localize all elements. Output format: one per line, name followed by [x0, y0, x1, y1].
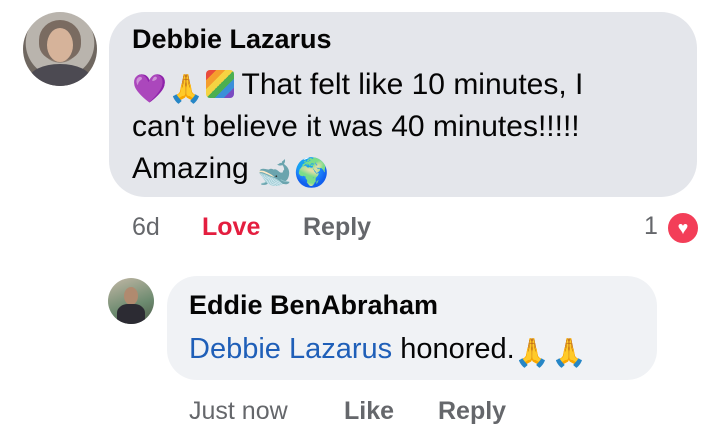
comment-line-1-text: That felt like 10 minutes, I: [241, 68, 584, 101]
reply-reply-button[interactable]: Reply: [438, 397, 506, 426]
praying-hands-icon: 🙏: [168, 73, 204, 104]
praying-hands-icon: 🙏: [551, 337, 587, 368]
avatar-body: [29, 64, 91, 86]
reply-button[interactable]: Reply: [303, 213, 371, 242]
globe-icon: 🌍: [293, 157, 329, 188]
like-button[interactable]: Like: [344, 397, 394, 426]
avatar-debbie[interactable]: [23, 12, 97, 86]
comment-timestamp[interactable]: 6d: [132, 213, 160, 242]
comment-line-3: Amazing 🐋🌍: [132, 148, 692, 190]
rainbow-icon: [205, 70, 234, 98]
avatar-face: [124, 287, 138, 305]
avatar-eddie[interactable]: [108, 278, 154, 324]
avatar-body: [117, 304, 145, 324]
reply-body-text: honored.: [400, 333, 515, 365]
comment-author-name[interactable]: Debbie Lazarus: [132, 24, 332, 55]
purple-heart-icon: 💜: [132, 73, 167, 104]
mention-link[interactable]: Debbie Lazarus: [189, 333, 392, 365]
reply-text: Debbie Lazarus honored.🙏🙏: [189, 330, 588, 368]
comment-text: 💜🙏 That felt like 10 minutes, I can't be…: [132, 64, 692, 190]
reply-author-name[interactable]: Eddie BenAbraham: [189, 290, 438, 321]
reaction-count[interactable]: 1: [644, 212, 658, 241]
heart-reaction-icon[interactable]: ♥: [666, 211, 700, 245]
reply-timestamp[interactable]: Just now: [189, 397, 288, 426]
whale-icon: 🐋: [257, 157, 292, 188]
comment-line-1: 💜🙏 That felt like 10 minutes, I: [132, 64, 692, 106]
avatar-face: [47, 28, 73, 62]
comment-line-3-text: Amazing: [132, 152, 249, 185]
comment-line-2: can't believe it was 40 minutes!!!!!: [132, 110, 580, 143]
praying-hands-icon: 🙏: [514, 337, 550, 368]
love-button[interactable]: Love: [202, 213, 260, 242]
